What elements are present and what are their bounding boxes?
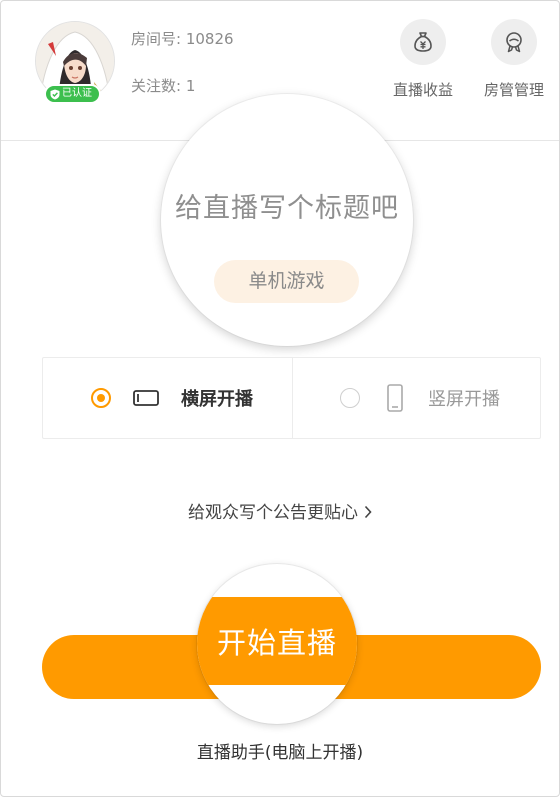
money-bag-icon: [414, 32, 432, 52]
announcement-link[interactable]: 给观众写个公告更贴心: [1, 498, 559, 523]
start-live-label: 开始直播: [216, 626, 337, 660]
income-icon-circle: [400, 19, 446, 65]
landscape-option[interactable]: 横屏开播: [91, 358, 253, 438]
landscape-label: 横屏开播: [181, 389, 253, 410]
manager-badge-icon: [506, 32, 522, 53]
orientation-selector: 横屏开播 竖屏开播: [42, 357, 541, 439]
verified-badge: 已认证: [44, 84, 101, 104]
landscape-phone-icon: [133, 390, 159, 406]
shield-check-icon: [50, 89, 60, 99]
landscape-radio[interactable]: [91, 388, 111, 408]
orientation-separator: [292, 358, 293, 438]
room-id: 房间号: 10826: [131, 30, 234, 48]
start-live-panel: 已认证 房间号: 10826 关注数: 1 直播收益 房管管理 给直播写个标题吧…: [0, 0, 560, 797]
follower-count: 关注数: 1: [131, 77, 196, 95]
title-magnifier: 给直播写个标题吧 单机游戏: [161, 94, 413, 346]
chevron-right-icon: [364, 505, 372, 519]
room-manager-button[interactable]: 房管管理: [474, 19, 554, 100]
portrait-option[interactable]: 竖屏开播: [340, 358, 500, 438]
category-tag[interactable]: 单机游戏: [214, 260, 359, 303]
portrait-label: 竖屏开播: [428, 389, 500, 410]
room-manager-label: 房管管理: [483, 81, 544, 99]
manager-icon-circle: [491, 19, 537, 65]
pc-helper-link[interactable]: 直播助手(电脑上开播): [1, 738, 559, 763]
announcement-label: 给观众写个公告更贴心: [188, 503, 358, 523]
portrait-phone-icon: [387, 384, 403, 412]
verified-label: 已认证: [62, 88, 92, 99]
portrait-radio[interactable]: [340, 388, 360, 408]
live-title-input[interactable]: 给直播写个标题吧: [161, 186, 413, 225]
avatar[interactable]: 已认证: [35, 21, 115, 104]
live-income-label: 直播收益: [392, 81, 453, 99]
start-button-magnifier[interactable]: 开始直播: [197, 564, 357, 724]
live-income-button[interactable]: 直播收益: [383, 19, 463, 100]
